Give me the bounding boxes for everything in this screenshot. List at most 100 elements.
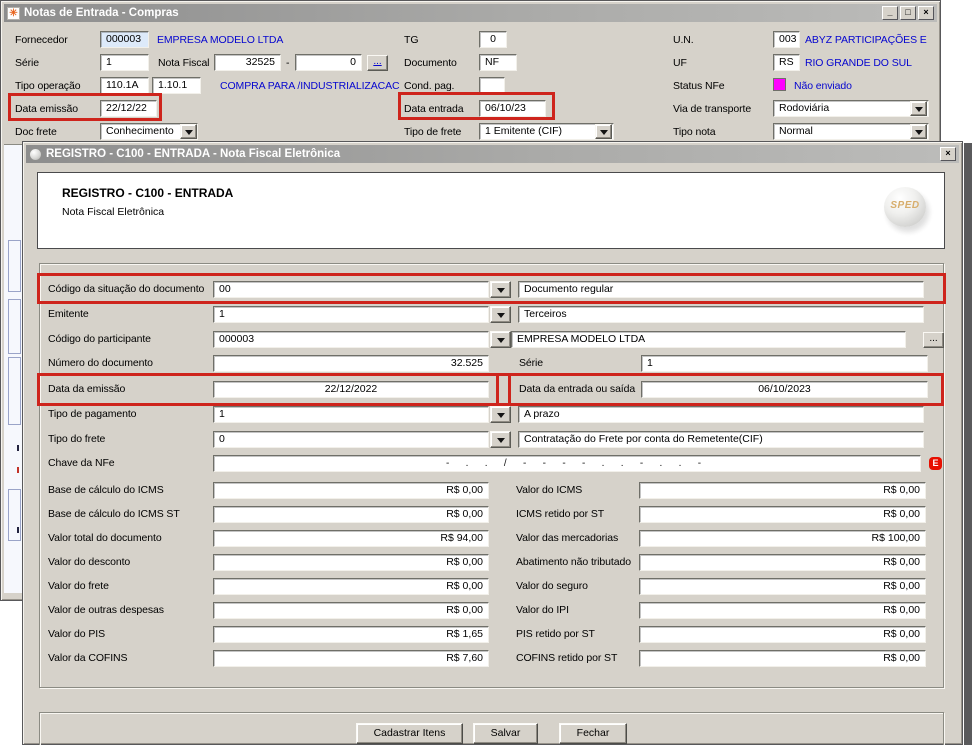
hidden-groupbox (8, 489, 21, 541)
money-left-input[interactable]: R$ 0,00 (213, 554, 489, 571)
un-input[interactable]: 003 (773, 31, 800, 48)
money-left-label: Valor do desconto (48, 556, 131, 568)
money-left-label: Valor do frete (48, 580, 109, 592)
numero-documento-input[interactable]: 32.525 (213, 355, 489, 372)
uf-input[interactable]: RS (773, 54, 800, 71)
money-right-input[interactable]: R$ 0,00 (639, 482, 926, 499)
emitente-input[interactable]: 1 (213, 306, 489, 323)
money-right-input[interactable]: R$ 0,00 (639, 650, 926, 667)
clipped-text-fragment (17, 467, 19, 473)
salvar-button[interactable]: Salvar (473, 723, 538, 744)
dialog-data-emissao-label: Data da emissão (48, 383, 126, 395)
uf-label: UF (673, 57, 687, 69)
money-right-input[interactable]: R$ 0,00 (639, 602, 926, 619)
money-left-label: Base de cálculo do ICMS ST (48, 508, 180, 520)
fornecedor-input[interactable]: 000003 (100, 31, 149, 48)
dialog-data-emissao-input[interactable]: 22/12/2022 (213, 381, 489, 398)
tipo-nota-label: Tipo nota (673, 126, 716, 138)
data-entrada-input[interactable]: 06/10/23 (479, 100, 546, 117)
doc-frete-label: Doc frete (15, 126, 57, 138)
money-right-label: PIS retido por ST (516, 628, 595, 640)
money-left-input[interactable]: R$ 7,60 (213, 650, 489, 667)
maximize-icon[interactable]: □ (900, 6, 916, 20)
data-emissao-input[interactable]: 22/12/22 (100, 100, 157, 117)
participante-desc-input[interactable]: EMPRESA MODELO LTDA (511, 331, 906, 348)
money-right-input[interactable]: R$ 0,00 (639, 578, 926, 595)
tipo-pagamento-input[interactable]: 1 (213, 406, 489, 423)
hidden-groupbox (8, 240, 21, 292)
participante-input[interactable]: 000003 (213, 331, 489, 348)
money-right-input[interactable]: R$ 100,00 (639, 530, 926, 547)
money-right-label: COFINS retido por ST (516, 652, 618, 664)
money-left-input[interactable]: R$ 0,00 (213, 482, 489, 499)
dialog-serie-input[interactable]: 1 (641, 355, 928, 372)
tipo-pagamento-dropdown-arrow-icon[interactable] (490, 406, 511, 423)
tipo-operacao-input-2[interactable]: 1.10.1 (152, 77, 201, 94)
fechar-button[interactable]: Fechar (559, 723, 627, 744)
money-right-input[interactable]: R$ 0,00 (639, 626, 926, 643)
money-left-label: Valor do PIS (48, 628, 105, 640)
participante-dropdown-arrow-icon[interactable] (490, 331, 511, 348)
dialog-header-subtitle: Nota Fiscal Eletrônica (62, 206, 165, 218)
money-left-label: Valor de outras despesas (48, 604, 164, 616)
dialog-tipo-frete-dropdown-arrow-icon[interactable] (490, 431, 511, 448)
chave-nfe-label: Chave da NFe (48, 457, 115, 469)
money-right-label: Valor das mercadorias (516, 532, 619, 544)
via-transporte-dropdown-arrow-icon[interactable] (910, 101, 927, 116)
dialog-close-icon[interactable]: × (940, 147, 956, 161)
dialog-titlebar[interactable]: REGISTRO - C100 - ENTRADA - Nota Fiscal … (26, 145, 959, 163)
tipo-pagamento-desc-input[interactable]: A prazo (518, 406, 924, 423)
status-nfe-color-swatch (773, 78, 786, 91)
tipo-de-frete-dropdown-arrow-icon[interactable] (595, 124, 612, 139)
nota-fiscal-input[interactable]: 32525 (214, 54, 281, 71)
hidden-groupbox (8, 357, 21, 425)
tipo-de-frete-combo[interactable]: 1 Emitente (CIF) (479, 123, 614, 140)
dialog-tipo-frete-input[interactable]: 0 (213, 431, 489, 448)
tipo-operacao-input-1[interactable]: 110.1A (100, 77, 149, 94)
money-left-input[interactable]: R$ 1,65 (213, 626, 489, 643)
via-transporte-combo[interactable]: Rodoviária (773, 100, 929, 117)
money-right-label: Valor do seguro (516, 580, 588, 592)
emitente-label: Emitente (48, 308, 89, 320)
money-left-input[interactable]: R$ 0,00 (213, 506, 489, 523)
tipo-pagamento-label: Tipo de pagamento (48, 408, 137, 420)
dialog-serie-label: Série (519, 357, 544, 369)
doc-frete-dropdown-arrow-icon[interactable] (180, 124, 197, 139)
money-right-label: Valor do ICMS (516, 484, 583, 496)
dialog-data-entrada-input[interactable]: 06/10/2023 (641, 381, 928, 398)
participante-label: Código do participante (48, 333, 151, 345)
nota-fiscal-more-button[interactable]: ... (367, 55, 388, 71)
participante-more-button[interactable]: ... (923, 332, 944, 348)
via-transporte-label: Via de transporte (673, 103, 752, 115)
close-icon[interactable]: × (918, 6, 934, 20)
nota-fiscal-input-2[interactable]: 0 (295, 54, 362, 71)
documento-label: Documento (404, 57, 457, 69)
dialog-tipo-frete-desc-input[interactable]: Contratação do Frete por conta do Remete… (518, 431, 924, 448)
dialog-header: REGISTRO - C100 - ENTRADA Nota Fiscal El… (37, 172, 945, 249)
tipo-nota-dropdown-arrow-icon[interactable] (910, 124, 927, 139)
cond-pag-input[interactable] (479, 77, 505, 94)
minimize-icon[interactable]: _ (882, 6, 898, 20)
dialog-data-entrada-label: Data da entrada ou saída (519, 383, 636, 395)
money-left-input[interactable]: R$ 0,00 (213, 602, 489, 619)
serie-input[interactable]: 1 (100, 54, 149, 71)
money-left-input[interactable]: R$ 94,00 (213, 530, 489, 547)
documento-input[interactable]: NF (479, 54, 517, 71)
emitente-desc-input[interactable]: Terceiros (518, 306, 924, 323)
dialog-header-title: REGISTRO - C100 - ENTRADA (62, 186, 234, 200)
situacao-dropdown-arrow-icon[interactable] (490, 281, 511, 298)
money-left-label: Base de cálculo do ICMS (48, 484, 164, 496)
emitente-dropdown-arrow-icon[interactable] (490, 306, 511, 323)
status-nfe-label: Status NFe (673, 80, 725, 92)
main-window-titlebar[interactable]: ✳ Notas de Entrada - Compras _ □ × (4, 4, 937, 22)
money-left-input[interactable]: R$ 0,00 (213, 578, 489, 595)
tipo-nota-combo[interactable]: Normal (773, 123, 929, 140)
screen: ✳ Notas de Entrada - Compras _ □ × Forne… (0, 0, 972, 745)
cadastrar-itens-button[interactable]: Cadastrar Itens (356, 723, 463, 744)
situacao-desc-input[interactable]: Documento regular (518, 281, 924, 298)
situacao-input[interactable]: 00 (213, 281, 489, 298)
money-right-input[interactable]: R$ 0,00 (639, 554, 926, 571)
money-right-input[interactable]: R$ 0,00 (639, 506, 926, 523)
tg-input[interactable]: 0 (479, 31, 507, 48)
data-entrada-label: Data entrada (404, 103, 464, 115)
